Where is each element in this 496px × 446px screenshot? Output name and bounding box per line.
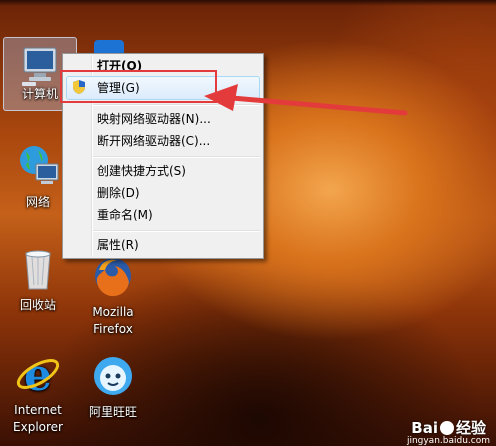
firefox-icon — [89, 252, 137, 300]
menu-item-create-shortcut[interactable]: 创建快捷方式(S) — [97, 161, 186, 181]
menu-separator — [93, 156, 260, 158]
network-globe-icon — [14, 142, 62, 190]
watermark-brand: Bai — [411, 419, 438, 437]
menu-item-map-network-drive[interactable]: 映射网络驱动器(N)... — [97, 109, 211, 129]
menu-item-properties[interactable]: 属性(R) — [97, 235, 139, 255]
recycle-bin-icon — [14, 245, 62, 293]
internet-explorer-icon: e — [14, 350, 62, 401]
desktop-icon-label: 阿里旺旺 — [88, 405, 137, 419]
paw-icon — [439, 421, 454, 435]
hidden-desktop-icon[interactable] — [94, 40, 124, 54]
annotation-highlight-box — [60, 70, 217, 103]
desktop-icon-firefox[interactable]: Mozilla Firefox — [78, 252, 148, 338]
watermark-brand-suffix: 经验 — [455, 419, 486, 437]
desktop-icon-internet-explorer[interactable]: e Internet Explorer — [3, 350, 73, 436]
aliwangwang-icon — [89, 352, 137, 400]
watermark-url: jingyan.baidu.com — [406, 436, 490, 446]
top-edge-strip — [0, 0, 496, 6]
menu-item-rename[interactable]: 重命名(M) — [97, 205, 153, 225]
desktop-icon-label-line2: Firefox — [93, 322, 133, 336]
desktop-icon-label-line1: Mozilla — [92, 305, 134, 319]
baidu-watermark: Bai 经验 jingyan.baidu.com — [376, 416, 496, 446]
menu-item-disconnect-network-drive[interactable]: 断开网络驱动器(C)... — [97, 131, 210, 151]
menu-separator — [93, 230, 260, 232]
menu-item-delete[interactable]: 删除(D) — [97, 183, 140, 203]
menu-separator — [93, 104, 260, 106]
svg-text:e: e — [24, 350, 52, 398]
desktop-icon-label-line1: Internet — [14, 403, 62, 417]
desktop-icon-label-line2: Explorer — [13, 420, 63, 434]
desktop-icon-label: 回收站 — [19, 298, 56, 312]
computer-icon — [16, 42, 64, 90]
desktop-icon-aliwangwang[interactable]: 阿里旺旺 — [78, 352, 148, 421]
